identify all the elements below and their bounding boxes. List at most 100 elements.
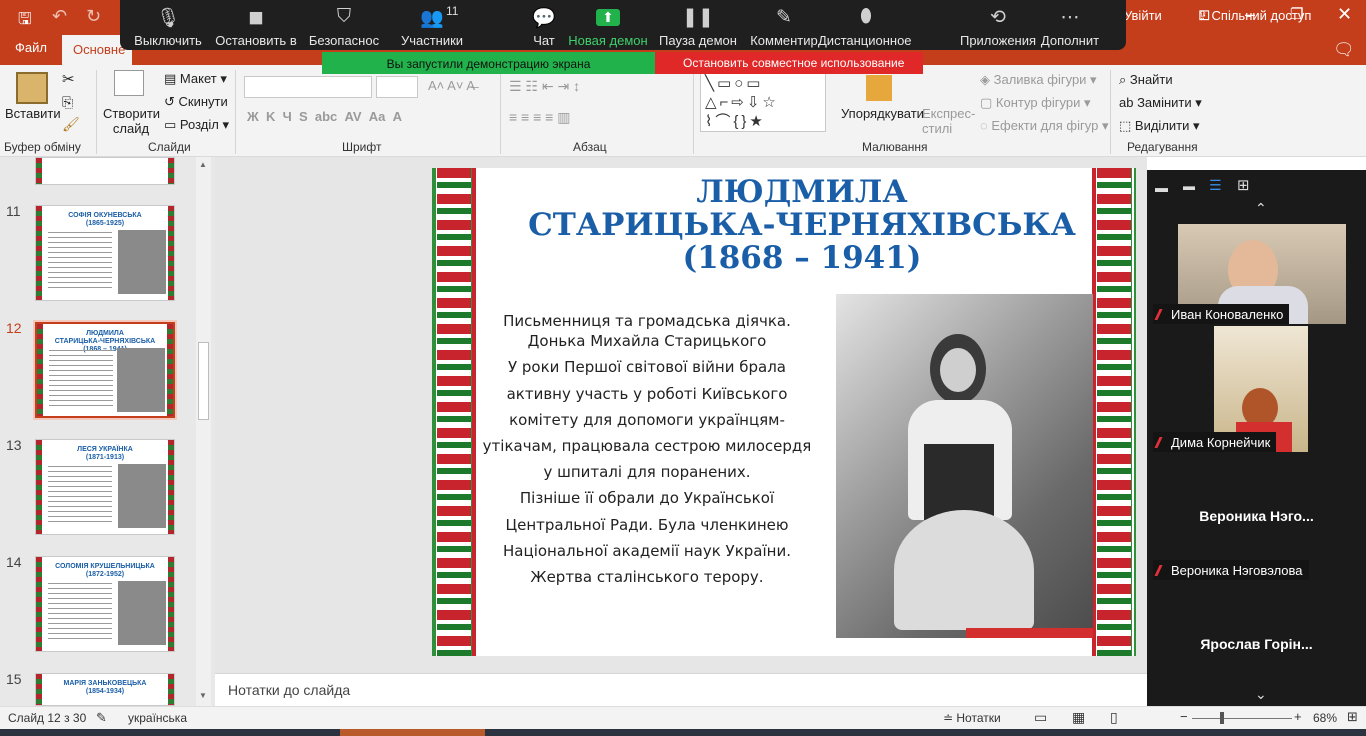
participant-name: Вероника Нэговэлова bbox=[1153, 560, 1309, 580]
paste-button[interactable]: Вставити bbox=[5, 106, 61, 121]
thumbnail-photo bbox=[118, 230, 166, 294]
spellcheck-icon[interactable]: ✎ bbox=[96, 710, 107, 726]
thumbnail-text bbox=[49, 350, 113, 410]
find-button[interactable]: ⌕ Знайти bbox=[1119, 72, 1173, 88]
thumbnail-scrollbar[interactable]: ▲ ▼ bbox=[196, 157, 211, 706]
section-button[interactable]: ▭ Розділ ▾ bbox=[164, 117, 229, 133]
slide-thumbnail[interactable]: СОФІЯ ОКУНЕВСЬКА (1865-1925) bbox=[35, 205, 175, 301]
shape-outline-button[interactable]: ▢ Контур фігури ▾ bbox=[980, 95, 1091, 111]
select-button[interactable]: ⬚ Виділити ▾ bbox=[1119, 118, 1200, 134]
taskbar bbox=[0, 729, 1366, 736]
zoom-slider-thumb[interactable] bbox=[1220, 712, 1224, 724]
undo-icon[interactable]: ↶ bbox=[52, 6, 67, 27]
stop-share-button[interactable]: Остановить совместное использование bbox=[655, 52, 923, 74]
zoom-in-icon[interactable]: + bbox=[1294, 709, 1302, 724]
arrange-button[interactable]: Упорядкувати bbox=[841, 106, 924, 121]
zoom-out-icon[interactable]: − bbox=[1180, 709, 1188, 724]
zoom-shield-button[interactable]: ⛉ Безопаснос bbox=[296, 0, 392, 50]
shape-fill-button[interactable]: ◈ Заливка фігури ▾ bbox=[980, 72, 1097, 88]
paste-icon[interactable] bbox=[16, 72, 48, 104]
tab-file[interactable]: Файл bbox=[15, 40, 47, 55]
slide-body-line: Пізніше її обрали до Української bbox=[519, 489, 775, 508]
fit-slide-icon[interactable]: ⊞ bbox=[1347, 709, 1358, 725]
sign-in-button[interactable]: Увійти bbox=[1124, 8, 1162, 23]
normal-view-icon[interactable]: ▭ bbox=[1034, 709, 1047, 726]
font-name-input[interactable] bbox=[244, 76, 372, 98]
thumbnail-title: СОЛОМІЯ КРУШЕЛЬНИЦЬКА (1872-1952) bbox=[55, 563, 155, 578]
find-label: Знайти bbox=[1129, 72, 1173, 87]
more-icon: ⋯ bbox=[1060, 7, 1080, 28]
slide-thumbnail[interactable]: МАРІЯ ЗАНЬКОВЕЦЬКА (1854-1934) bbox=[35, 673, 175, 706]
slide-body-line: У роки Першої світової війни брала bbox=[508, 358, 786, 377]
close-icon[interactable]: ✕ bbox=[1337, 4, 1352, 25]
scroll-down-icon[interactable]: ⌄ bbox=[1255, 686, 1267, 703]
notes-pane[interactable]: Нотатки до слайда bbox=[215, 673, 1147, 706]
notes-toggle[interactable]: ≐ Нотатки bbox=[943, 711, 1001, 725]
comments-icon[interactable]: 🗨 bbox=[1333, 40, 1355, 60]
list-icons[interactable]: ☰ ☷ ⇤ ⇥ ↕ bbox=[509, 78, 580, 95]
scroll-up-icon[interactable]: ⌃ bbox=[1255, 200, 1267, 217]
scroll-thumb[interactable] bbox=[198, 342, 209, 420]
group-slides: Слайди bbox=[148, 140, 191, 154]
scroll-down-icon[interactable]: ▼ bbox=[199, 691, 207, 700]
zoom-pause-button[interactable]: ❚❚ Пауза демон bbox=[650, 0, 746, 50]
zoom-mic-button[interactable]: 🎙 Выключить bbox=[120, 0, 216, 50]
arrange-icon[interactable] bbox=[866, 75, 892, 101]
single-view-icon[interactable]: ▬ bbox=[1183, 179, 1195, 193]
redo-icon[interactable]: ↻ bbox=[86, 6, 101, 27]
slide-thumbnail[interactable]: ЛЕСЯ УКРАЇНКА (1871-1913) bbox=[35, 439, 175, 535]
slide-body-line: Національної академії наук України. bbox=[503, 541, 791, 560]
slide-thumbnail[interactable]: СОЛОМІЯ КРУШЕЛЬНИЦЬКА (1872-1952) bbox=[35, 556, 175, 652]
language-indicator[interactable]: українська bbox=[128, 711, 187, 725]
thumbnail-text bbox=[48, 466, 112, 526]
share-button[interactable]: ⇪ Спільний доступ bbox=[1197, 8, 1311, 24]
shape-effects-button[interactable]: ◌ Ефекти для фігур ▾ bbox=[980, 118, 1108, 134]
zoom-participants-button[interactable]: 👥 Участники 11 bbox=[384, 0, 480, 50]
thumbnail-photo bbox=[117, 348, 165, 412]
strip-view-icon[interactable]: ☰ bbox=[1209, 177, 1222, 194]
zoom-share-screen-button[interactable]: ⬆ Новая демон bbox=[560, 0, 656, 50]
slide-sorter-icon[interactable]: ▦ bbox=[1072, 709, 1085, 726]
format-painter-icon[interactable]: 🖌 bbox=[62, 116, 80, 133]
sharing-banner: Вы запустили демонстрацию экрана bbox=[322, 52, 655, 74]
thumbnail-text bbox=[48, 583, 112, 643]
gallery-view-icon[interactable]: ⊞ bbox=[1237, 176, 1250, 194]
font-grow-icon[interactable]: A˄ A˅ A̶ bbox=[428, 78, 475, 93]
font-format-icons[interactable]: Ж K Ч S abc AV Aa A bbox=[247, 109, 402, 124]
slide-title: ЛЮДМИЛА СТАРИЦЬКА-ЧЕРНЯХІВСЬКА (1868 – 1… bbox=[528, 174, 1076, 276]
replace-button[interactable]: ab Замінити ▾ bbox=[1119, 95, 1202, 111]
scroll-up-icon[interactable]: ▲ bbox=[199, 160, 207, 169]
select-label: Виділити bbox=[1134, 118, 1190, 133]
shield-icon: ⛉ bbox=[336, 6, 352, 27]
shapes-gallery[interactable]: ╲▭○▭ △⌐⇨⇩☆ ⌇⌒{}★ bbox=[700, 72, 826, 132]
slide-thumbnail[interactable]: ЛЮДМИЛА СТАРИЦЬКА-ЧЕРНЯХІВСЬКА (1868 – 1… bbox=[35, 322, 175, 418]
zoom-remote-control-button[interactable]: ⬮ Дистанционное у bbox=[818, 0, 914, 50]
zoom-level[interactable]: 68% bbox=[1313, 711, 1337, 725]
new-slide-icon[interactable] bbox=[114, 70, 144, 96]
layout-button[interactable]: ▤ Макет ▾ bbox=[164, 71, 227, 87]
quick-styles-button[interactable]: Експрес-стилі bbox=[922, 106, 975, 136]
group-paragraph: Абзац bbox=[573, 140, 607, 154]
zoom-video-button[interactable]: ◼ Остановить в bbox=[208, 0, 304, 50]
slide[interactable]: ЛЮДМИЛА СТАРИЦЬКА-ЧЕРНЯХІВСЬКА (1868 – 1… bbox=[432, 168, 1136, 656]
ornament-border-left bbox=[432, 168, 476, 656]
align-icons[interactable]: ≡ ≡ ≡ ≡ ▥ bbox=[509, 109, 570, 126]
cut-icon[interactable]: ✂ bbox=[62, 70, 75, 88]
font-size-input[interactable] bbox=[376, 76, 418, 98]
participant-count: 11 bbox=[446, 4, 459, 18]
new-slide-button[interactable]: Створити слайд bbox=[103, 106, 160, 136]
copy-icon[interactable]: ⎘ bbox=[62, 94, 73, 111]
reset-button[interactable]: ↺ Скинути bbox=[164, 94, 228, 110]
minimize-panel-icon[interactable]: ▬ bbox=[1155, 180, 1168, 195]
replace-label: Замінити bbox=[1137, 95, 1192, 110]
reading-view-icon[interactable]: ▯ bbox=[1110, 709, 1118, 726]
slide-body-line: Центральної Ради. Була членкинею bbox=[505, 515, 789, 534]
save-icon[interactable]: 🖫 bbox=[18, 8, 32, 35]
zoom-more-button[interactable]: ⋯ Дополнит bbox=[1022, 0, 1118, 50]
zoom-item-label: Выключить bbox=[134, 33, 202, 48]
slide-thumbnail[interactable] bbox=[35, 157, 175, 185]
zoom-slider[interactable] bbox=[1192, 718, 1292, 719]
slide-body-line: у шпиталі для поранених. bbox=[543, 463, 751, 482]
taskbar-app[interactable] bbox=[340, 729, 485, 736]
zoom-item-label: Дополнит bbox=[1040, 33, 1100, 48]
